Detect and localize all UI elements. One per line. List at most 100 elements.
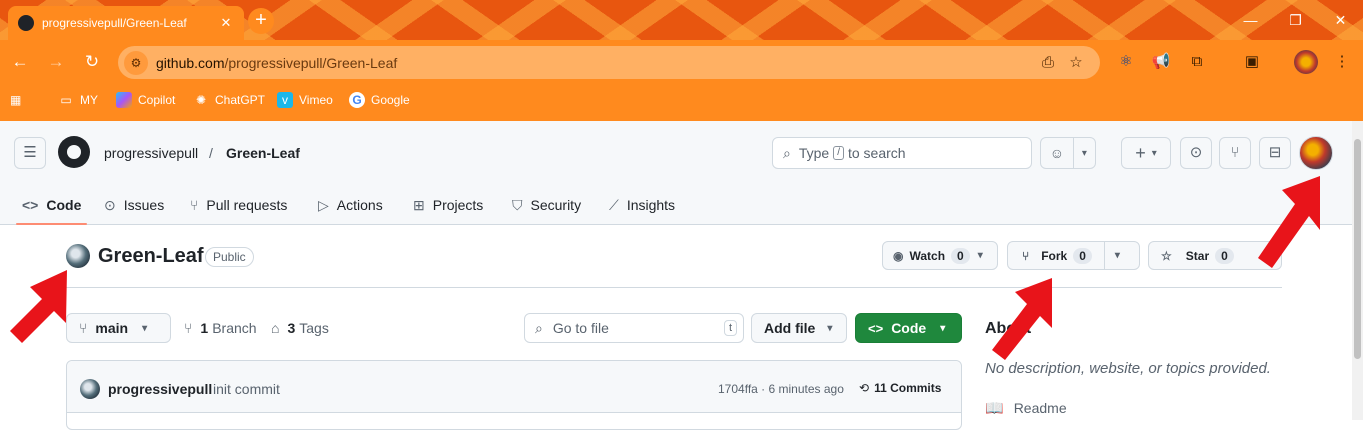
create-new-button[interactable]: + ▾ — [1121, 137, 1171, 169]
graph-icon: ⟋ — [609, 196, 619, 213]
tags-link[interactable]: ⌂ 3 Tags — [271, 320, 329, 336]
fork-count: 0 — [1073, 247, 1092, 264]
search-input[interactable]: ⌕ Type / to search — [772, 137, 1032, 169]
chevron-down-icon: ▾ — [1114, 250, 1120, 261]
profile-avatar-icon[interactable] — [1294, 50, 1318, 74]
search-icon: ⌕ — [535, 319, 543, 336]
extensions-puzzle-icon[interactable]: ⧉ — [1185, 50, 1209, 74]
vimeo-icon: v — [277, 92, 293, 108]
go-to-file-input[interactable]: ⌕ Go to file t — [524, 313, 744, 343]
inbox-icon: ⊟ — [1268, 144, 1282, 161]
tab-actions[interactable]: ▷ Actions — [318, 185, 383, 225]
commit-author[interactable]: progressivepull — [108, 381, 212, 397]
more-menu-icon[interactable]: ⋮ — [1330, 50, 1354, 74]
star-icon: ☆ — [1161, 248, 1172, 263]
bookmark-copilot[interactable]: Copilot — [116, 88, 175, 112]
commit-message[interactable]: init commit — [213, 381, 280, 397]
tag-icon: ⌂ — [271, 320, 280, 336]
install-app-icon[interactable]: ⎙ — [1034, 49, 1062, 77]
tab-search-icon[interactable]: ▣ — [1240, 50, 1264, 74]
issue-icon: ⊙ — [1189, 144, 1203, 161]
chevron-down-icon: ▾ — [827, 322, 833, 334]
close-tab-icon[interactable]: ✕ — [218, 15, 234, 31]
user-avatar[interactable] — [1299, 136, 1333, 170]
commit-author-avatar[interactable] — [80, 379, 100, 399]
commits-link[interactable]: ⟲ 11 Commits — [859, 381, 941, 395]
annotation-arrow-fork — [992, 278, 1052, 360]
copilot-icon — [116, 92, 132, 108]
issues-button[interactable]: ⊙ — [1180, 137, 1212, 169]
plus-icon: + — [1135, 142, 1146, 163]
browser-chrome: progressivepull/Green-Leaf ✕ + — ❐ ✕ ← →… — [0, 0, 1363, 121]
chatgpt-icon: ✺ — [195, 93, 207, 107]
bookmark-google[interactable]: G Google — [349, 88, 410, 112]
shield-icon: ⛉ — [512, 196, 523, 213]
forward-arrow-icon[interactable]: → — [44, 50, 68, 74]
pull-request-icon: ⑂ — [1230, 144, 1240, 161]
bookmark-vimeo[interactable]: v Vimeo — [277, 88, 333, 112]
bookmark-chatgpt[interactable]: ✺ ChatGPT — [193, 88, 265, 112]
chevron-down-icon: ▾ — [142, 322, 148, 334]
breadcrumb-owner[interactable]: progressivepull — [104, 145, 198, 161]
minimize-icon[interactable]: — — [1228, 0, 1273, 40]
address-bar[interactable]: ⚙ github.com/progressivepull/Green-Leaf … — [118, 46, 1100, 79]
extension-megaphone-icon[interactable]: 📢 — [1149, 50, 1173, 74]
back-arrow-icon[interactable]: ← — [8, 50, 32, 74]
browser-tab[interactable]: progressivepull/Green-Leaf ✕ — [8, 6, 244, 40]
bookmark-star-icon[interactable]: ☆ — [1062, 49, 1090, 77]
annotation-arrow-repo-avatar — [10, 270, 67, 343]
tab-projects[interactable]: ⊞ Projects — [413, 185, 483, 225]
branches-link[interactable]: ⑂ 1 Branch — [184, 320, 257, 336]
github-logo-icon[interactable] — [58, 136, 90, 168]
divider — [66, 287, 1282, 288]
issue-icon: ⊙ — [104, 196, 116, 213]
tab-insights[interactable]: ⟋ Insights — [609, 185, 675, 225]
react-devtools-icon[interactable]: ⚛ — [1114, 50, 1138, 74]
branch-icon: ⑂ — [184, 320, 193, 336]
reload-icon[interactable]: ↻ — [80, 50, 104, 74]
bookmark-my[interactable]: ▭ MY — [58, 88, 98, 112]
tab-code[interactable]: <> Code — [16, 185, 88, 225]
chevron-down-icon: ▾ — [1081, 147, 1087, 159]
latest-commit-bar: progressivepull init commit 1704ffa · 6 … — [67, 361, 961, 413]
site-settings-icon[interactable]: ⚙ — [124, 50, 148, 75]
branch-icon: ⑂ — [79, 320, 88, 336]
repo-title[interactable]: Green-Leaf — [98, 245, 204, 268]
breadcrumb-repo[interactable]: Green-Leaf — [226, 145, 300, 161]
page-scrollbar[interactable] — [1352, 121, 1363, 420]
pull-requests-button[interactable]: ⑂ — [1219, 137, 1251, 169]
search-icon: ⌕ — [783, 144, 791, 161]
chevron-down-icon: ▾ — [977, 250, 983, 261]
fork-icon: ⑂ — [1022, 248, 1030, 263]
history-icon: ⟲ — [859, 381, 870, 395]
tab-title: progressivepull/Green-Leaf — [42, 16, 187, 30]
bookmarks-bar: ▦ ▭ MY Copilot ✺ ChatGPT v Vimeo G Google — [0, 88, 1363, 112]
add-file-button[interactable]: Add file ▾ — [751, 313, 847, 343]
chevron-down-icon: ▾ — [1151, 147, 1157, 159]
new-tab-button[interactable]: + — [248, 8, 274, 34]
watch-button[interactable]: ◉ Watch 0 ▾ — [882, 241, 998, 270]
url-text[interactable]: github.com/progressivepull/Green-Leaf — [156, 55, 1034, 71]
github-header: ☰ progressivepull / Green-Leaf ⌕ Type / … — [0, 121, 1363, 225]
readme-link[interactable]: 📖 Readme — [985, 399, 1067, 417]
fork-button[interactable]: ⑂ Fork 0 ▾ — [1007, 241, 1140, 270]
branch-select-button[interactable]: ⑂ main ▾ — [66, 313, 171, 343]
scrollbar-thumb[interactable] — [1354, 139, 1361, 359]
inbox-button[interactable]: ⊟ — [1259, 137, 1291, 169]
close-window-icon[interactable]: ✕ — [1318, 0, 1363, 40]
search-shortcut-key: / — [833, 146, 844, 160]
tab-issues[interactable]: ⊙ Issues — [104, 185, 164, 225]
code-button[interactable]: <> Code ▾ — [855, 313, 962, 343]
hamburger-menu-button[interactable]: ☰ — [14, 137, 46, 169]
apps-grid-icon[interactable]: ▦ — [10, 88, 21, 112]
commit-hash-time[interactable]: 1704ffa · 6 minutes ago — [718, 382, 844, 396]
restore-icon[interactable]: ❐ — [1273, 0, 1318, 40]
copilot-button[interactable]: ☺ ▾ — [1040, 137, 1096, 169]
tab-pull-requests[interactable]: ⑂ Pull requests — [190, 185, 287, 225]
repo-nav: <> Code ⊙ Issues ⑂ Pull requests ▷ Actions ⊞… — [0, 185, 1363, 225]
folder-icon: ▭ — [60, 93, 72, 107]
tab-security[interactable]: ⛉ Security — [512, 185, 581, 225]
actions-icon: ▷ — [318, 196, 329, 213]
annotation-arrow-avatar — [1258, 176, 1320, 268]
chevron-down-icon: ▾ — [940, 322, 946, 334]
